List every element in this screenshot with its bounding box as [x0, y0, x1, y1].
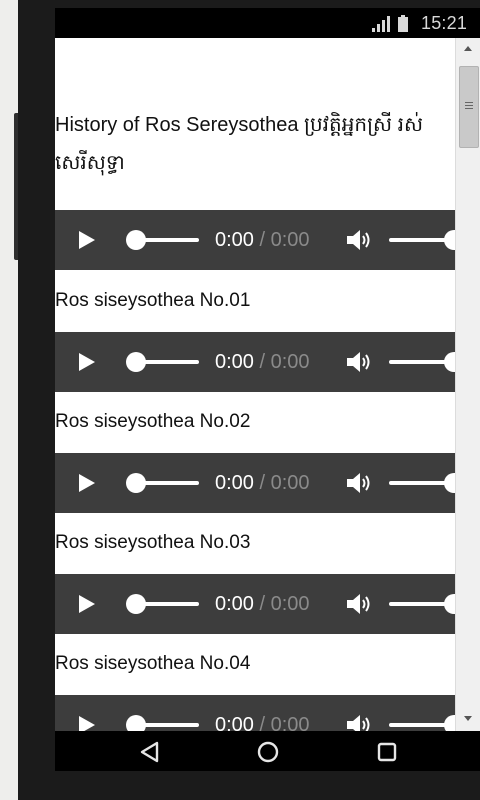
volume-knob[interactable]: [444, 715, 455, 731]
duration: / 0:00: [259, 714, 310, 731]
device-frame: 15:21 History of Ros Sereysothea ប្រវត្ត…: [18, 0, 480, 800]
battery-icon: [398, 15, 408, 32]
duration: / 0:00: [259, 593, 310, 615]
volume-icon[interactable]: [345, 227, 373, 253]
vertical-scrollbar[interactable]: [455, 38, 480, 731]
recents-square-icon[interactable]: [372, 737, 402, 767]
current-time: 0:00: [215, 714, 254, 731]
audio-player-04: 0:00 / 0:00: [55, 695, 455, 731]
audio-player-01: 0:00 / 0:00: [55, 332, 455, 392]
seek-knob[interactable]: [126, 594, 146, 614]
duration: / 0:00: [259, 229, 310, 251]
volume-icon[interactable]: [345, 470, 373, 496]
seek-knob[interactable]: [126, 715, 146, 731]
back-triangle-icon[interactable]: [135, 737, 165, 767]
track-title-02: Ros siseysothea No.02: [55, 411, 251, 432]
volume-knob[interactable]: [444, 230, 455, 250]
volume-knob[interactable]: [444, 594, 455, 614]
scroll-down-arrow-icon[interactable]: [464, 716, 472, 721]
seek-knob[interactable]: [126, 352, 146, 372]
home-circle-icon[interactable]: [253, 737, 283, 767]
track-title-03: Ros siseysothea No.03: [55, 532, 251, 553]
time-display: 0:00 / 0:00: [215, 593, 310, 616]
play-icon[interactable]: [79, 716, 95, 731]
play-icon[interactable]: [79, 595, 95, 613]
web-content[interactable]: History of Ros Sereysothea ប្រវត្តិអ្នកស…: [55, 38, 455, 731]
current-time: 0:00: [215, 593, 254, 615]
play-icon[interactable]: [79, 474, 95, 492]
signal-bars-icon: [372, 16, 390, 32]
seek-knob[interactable]: [126, 230, 146, 250]
audio-player-03: 0:00 / 0:00: [55, 574, 455, 634]
volume-icon[interactable]: [345, 591, 373, 617]
duration: / 0:00: [259, 472, 310, 494]
duration: / 0:00: [259, 351, 310, 373]
page-heading: History of Ros Sereysothea ប្រវត្តិអ្នកស…: [55, 114, 424, 174]
time-display: 0:00 / 0:00: [215, 472, 310, 495]
navigation-bar: [55, 731, 480, 771]
play-icon[interactable]: [79, 231, 95, 249]
track-title-01: Ros siseysothea No.01: [55, 290, 251, 311]
current-time: 0:00: [215, 229, 254, 251]
status-clock: 15:21: [421, 13, 468, 33]
volume-icon[interactable]: [345, 349, 373, 375]
play-icon[interactable]: [79, 353, 95, 371]
current-time: 0:00: [215, 472, 254, 494]
time-display: 0:00 / 0:00: [215, 351, 310, 374]
volume-knob[interactable]: [444, 473, 455, 493]
volume-knob[interactable]: [444, 352, 455, 372]
scroll-up-arrow-icon[interactable]: [464, 46, 472, 51]
audio-player-02: 0:00 / 0:00: [55, 453, 455, 513]
scroll-thumb[interactable]: [459, 66, 479, 148]
seek-knob[interactable]: [126, 473, 146, 493]
grip-lines-icon: [465, 102, 473, 109]
device-screen: 15:21 History of Ros Sereysothea ប្រវត្ត…: [55, 8, 480, 771]
audio-player-intro: 0:00 / 0:00: [55, 210, 455, 270]
status-bar: 15:21: [55, 8, 480, 36]
time-display: 0:00 / 0:00: [215, 229, 310, 252]
volume-icon[interactable]: [345, 712, 373, 731]
current-time: 0:00: [215, 351, 254, 373]
track-title-04: Ros siseysothea No.04: [55, 653, 251, 674]
time-display: 0:00 / 0:00: [215, 714, 310, 731]
